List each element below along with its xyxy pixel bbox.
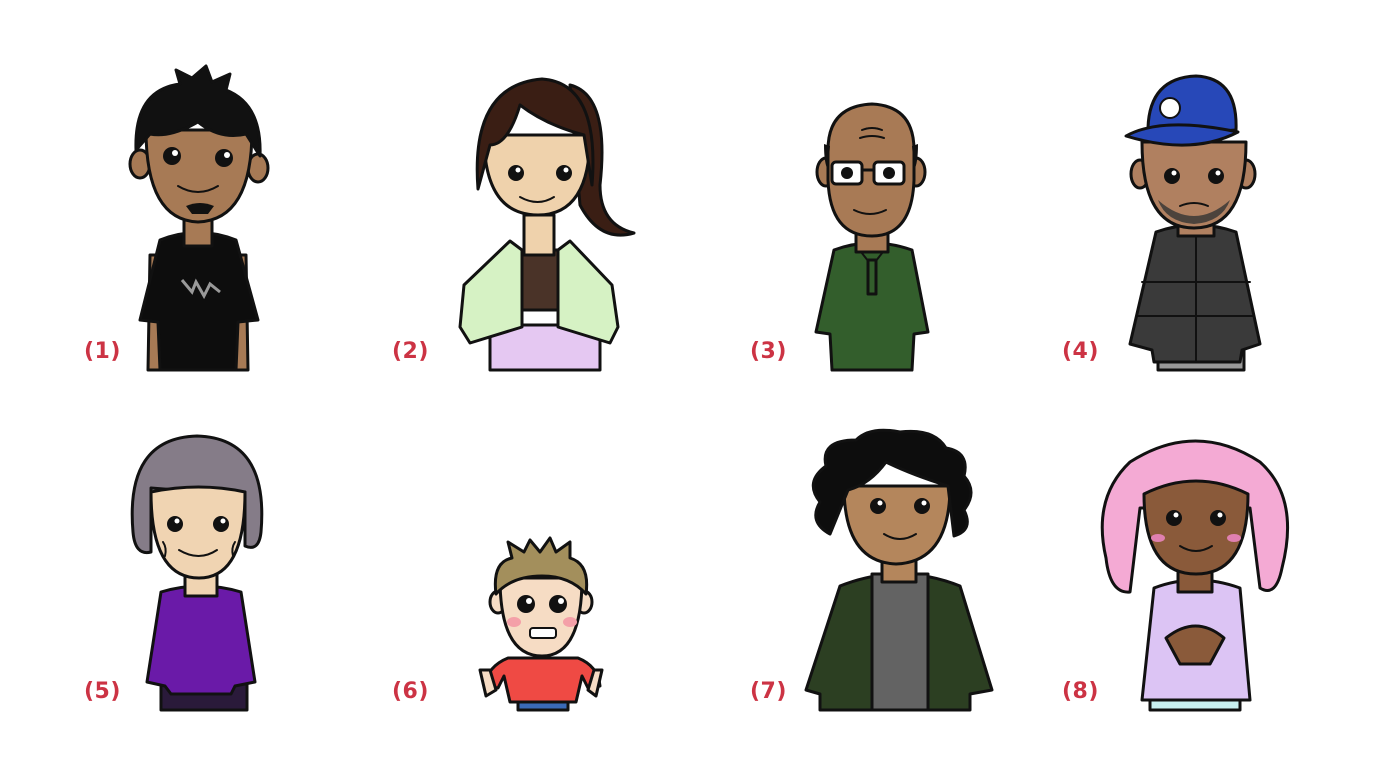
char5-top xyxy=(145,584,257,696)
char8-face xyxy=(1142,479,1250,576)
label-3: (3) xyxy=(750,339,787,364)
character-2-illustration xyxy=(458,77,636,372)
label-7: (7) xyxy=(750,679,787,704)
character-sheet: (1) (2) (3) (4) (5) (6) (7) (8) xyxy=(0,0,1390,760)
character-4-illustration xyxy=(1124,74,1262,372)
char6-shirt xyxy=(482,656,602,704)
char2-jacket-right xyxy=(556,239,620,345)
char5-face xyxy=(149,485,247,580)
char1-eye-right xyxy=(215,149,233,167)
label-2: (2) xyxy=(392,339,429,364)
label-8: (8) xyxy=(1062,679,1099,704)
character-7-illustration xyxy=(804,428,994,712)
char6-teeth xyxy=(529,627,557,639)
char7-tee xyxy=(870,572,930,712)
label-6: (6) xyxy=(392,679,429,704)
char4-face xyxy=(1140,140,1248,230)
label-5: (5) xyxy=(84,679,121,704)
char6-face xyxy=(498,576,584,658)
character-1-illustration xyxy=(128,64,270,372)
character-5-illustration xyxy=(130,434,264,712)
char2-neck xyxy=(522,213,556,257)
character-3-illustration xyxy=(814,102,930,372)
char1-eye-left xyxy=(163,147,181,165)
character-8-illustration xyxy=(1100,439,1290,712)
char7-face xyxy=(842,484,952,566)
char2-top xyxy=(520,248,560,312)
label-1: (1) xyxy=(84,339,121,364)
char2-jacket-left xyxy=(458,239,524,345)
character-6-illustration xyxy=(478,536,604,712)
label-4: (4) xyxy=(1062,339,1099,364)
char4-cap-logo xyxy=(1159,97,1181,119)
char3-placket xyxy=(866,258,878,296)
